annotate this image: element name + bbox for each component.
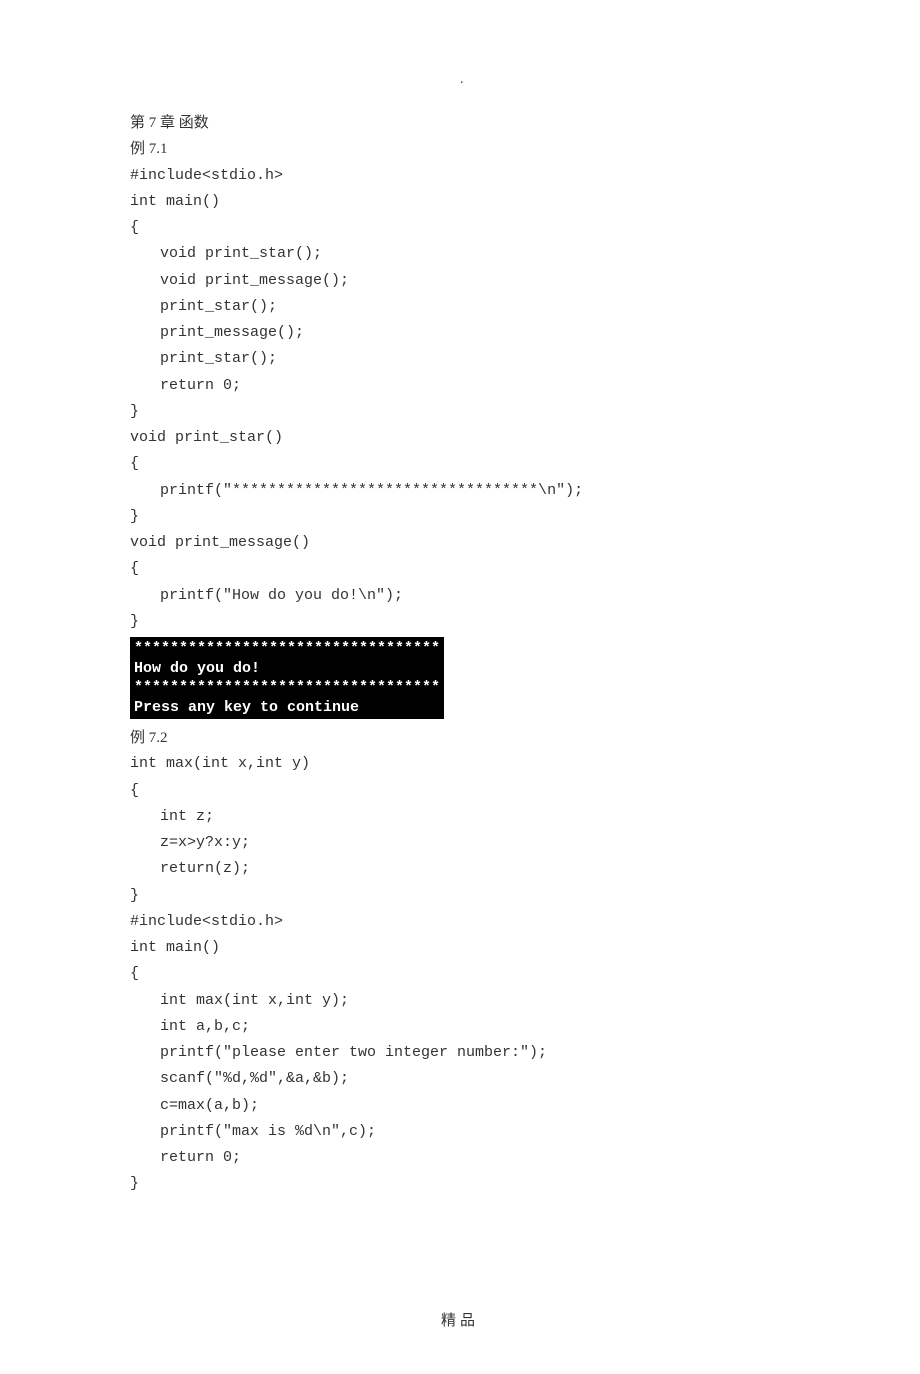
code-line: { [130, 451, 790, 477]
code-line: printf("please enter two integer number:… [130, 1040, 790, 1066]
page-footer: 精品 [130, 1308, 790, 1334]
code-line: int main() [130, 935, 790, 961]
code-line: void print_message(); [130, 268, 790, 294]
code-line: z=x>y?x:y; [130, 830, 790, 856]
code-line: #include<stdio.h> [130, 909, 790, 935]
code-line: void print_star(); [130, 241, 790, 267]
code-line: printf("********************************… [130, 478, 790, 504]
code-line: { [130, 556, 790, 582]
example-7-1-label: 例 7.1 [130, 136, 790, 162]
code-line: scanf("%d,%d",&a,&b); [130, 1066, 790, 1092]
code-line: { [130, 215, 790, 241]
console-line: ********************************** [134, 640, 440, 657]
example-7-2-label: 例 7.2 [130, 725, 790, 751]
code-line: int max(int x,int y); [130, 988, 790, 1014]
code-line: print_star(); [130, 294, 790, 320]
code-line: } [130, 1171, 790, 1197]
code-line: void print_star() [130, 425, 790, 451]
console-line: How do you do! [134, 660, 260, 677]
code-line: printf("max is %d\n",c); [130, 1119, 790, 1145]
code-block-7-1: #include<stdio.h> int main() { void prin… [130, 163, 790, 636]
code-line: printf("How do you do!\n"); [130, 583, 790, 609]
code-line: int max(int x,int y) [130, 751, 790, 777]
code-line: { [130, 961, 790, 987]
code-line: } [130, 609, 790, 635]
header-dot: . [460, 72, 464, 88]
console-line: ********************************** [134, 679, 440, 696]
console-output: ********************************** How d… [130, 637, 444, 719]
code-block-7-2: int max(int x,int y) { int z; z=x>y?x:y;… [130, 751, 790, 1197]
code-line: return 0; [130, 1145, 790, 1171]
code-line: return 0; [130, 373, 790, 399]
code-line: } [130, 399, 790, 425]
code-line: #include<stdio.h> [130, 163, 790, 189]
code-line: c=max(a,b); [130, 1093, 790, 1119]
chapter-heading: 第 7 章 函数 [130, 110, 790, 136]
code-line: void print_message() [130, 530, 790, 556]
document-page: 第 7 章 函数 例 7.1 #include<stdio.h> int mai… [0, 0, 920, 1374]
code-line: int main() [130, 189, 790, 215]
code-line: { [130, 778, 790, 804]
code-line: print_star(); [130, 346, 790, 372]
code-line: } [130, 504, 790, 530]
code-line: return(z); [130, 856, 790, 882]
code-line: } [130, 883, 790, 909]
code-line: int a,b,c; [130, 1014, 790, 1040]
code-line: print_message(); [130, 320, 790, 346]
console-line: Press any key to continue [134, 699, 359, 716]
code-line: int z; [130, 804, 790, 830]
